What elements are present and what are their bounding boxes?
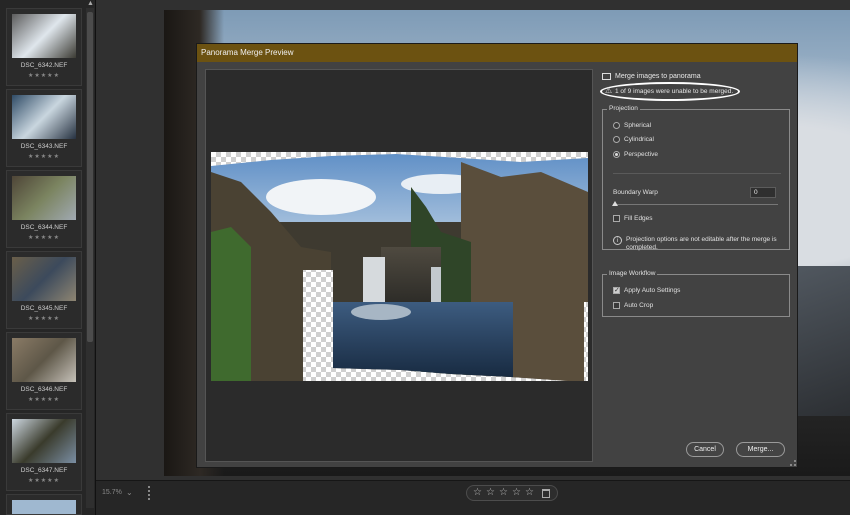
radio-label: Cylindrical [624, 136, 654, 143]
preview-frame [205, 69, 593, 462]
hillside [790, 266, 850, 416]
image-workflow-group: Image Workflow Apply Auto Settings Auto … [602, 270, 790, 317]
resize-grip-icon[interactable] [790, 460, 796, 466]
panorama-icon [602, 73, 611, 80]
filmstrip-thumbnail[interactable]: DSC_6342.NEF ★★★★★ [6, 8, 82, 86]
dialog-title: Panorama Merge Preview [201, 48, 294, 57]
star-icon[interactable]: ☆ [512, 487, 521, 498]
thumbnail-rating[interactable]: ★★★★★ [7, 315, 81, 322]
radio-label: Spherical [624, 122, 652, 129]
projection-group: Projection Spherical Cylindrical Perspec… [602, 105, 790, 251]
filmstrip: ▲ DSC_6342.NEF ★★★★★ DSC_6343.NEF ★★★★★ … [0, 0, 96, 515]
checkbox-label: Fill Edges [624, 215, 653, 222]
thumbnail-filename: DSC_6344.NEF [20, 224, 68, 231]
merge-warning-text: 1 of 9 images were unable to be merged. [615, 88, 734, 95]
panorama-merge-dialog: Panorama Merge Preview Merge images to p… [196, 43, 798, 468]
thumbnail-rating[interactable]: ★★★★★ [7, 477, 81, 484]
thumbnail-image [12, 338, 76, 382]
thumbnail-image [12, 257, 76, 301]
thumbnail-rating[interactable]: ★★★★★ [7, 396, 81, 403]
checkbox-label: Apply Auto Settings [624, 287, 681, 294]
thumbnail-image [12, 95, 76, 139]
checkbox[interactable] [613, 286, 620, 294]
thumbnail-filename: DSC_6346.NEF [20, 386, 68, 393]
filmstrip-thumbnail[interactable] [6, 494, 82, 515]
boundary-warp-slider[interactable] [613, 204, 778, 205]
workflow-group-title: Image Workflow [607, 270, 658, 277]
settings-panel: Merge images to panorama ⚠ 1 of 9 images… [600, 69, 792, 464]
thumbnail-rating[interactable]: ★★★★★ [7, 234, 81, 241]
dialog-title-bar[interactable]: Panorama Merge Preview [197, 44, 797, 62]
merge-button[interactable]: Merge... [736, 442, 785, 457]
slider-knob[interactable] [612, 201, 618, 206]
thumbnail-image [12, 176, 76, 220]
projection-info-text: Projection options are not editable afte… [626, 236, 777, 251]
radio-button[interactable] [613, 136, 620, 143]
filmstrip-thumbnail[interactable]: DSC_6346.NEF ★★★★★ [6, 332, 82, 410]
checkbox-label: Auto Crop [624, 302, 654, 309]
filmstrip-thumbnail[interactable]: DSC_6345.NEF ★★★★★ [6, 251, 82, 329]
star-icon[interactable]: ☆ [473, 487, 482, 498]
boundary-warp-input[interactable]: 0 [750, 187, 776, 198]
checkbox[interactable] [613, 215, 620, 222]
filmstrip-thumbnail[interactable]: DSC_6347.NEF ★★★★★ [6, 413, 82, 491]
boundary-warp-label: Boundary Warp [613, 189, 658, 196]
thumbnail-filename: DSC_6347.NEF [20, 467, 68, 474]
filmstrip-thumbnail[interactable]: DSC_6343.NEF ★★★★★ [6, 89, 82, 167]
bottom-toolbar: 15.7% ⌄ ☆ ☆ ☆ ☆ ☆ [96, 480, 850, 515]
thumbnail-rating[interactable]: ★★★★★ [7, 153, 81, 160]
radio-button[interactable] [613, 151, 620, 158]
divider [613, 173, 781, 174]
cancel-button[interactable]: Cancel [686, 442, 724, 457]
star-icon[interactable]: ☆ [486, 487, 495, 498]
panorama-preview-image [211, 154, 588, 381]
warning-icon: ⚠ [605, 86, 613, 95]
transparency-checkerboard [211, 152, 588, 381]
checkbox[interactable] [613, 302, 620, 309]
thumbnail-filename: DSC_6342.NEF [20, 62, 68, 69]
panel-header: Merge images to panorama [615, 73, 701, 80]
zoom-level[interactable]: 15.7% [102, 489, 122, 496]
thumbnail-image [12, 419, 76, 463]
thumbnail-rating[interactable]: ★★★★★ [7, 72, 81, 79]
info-icon: i [613, 236, 622, 245]
thumbnail-filename: DSC_6345.NEF [20, 305, 68, 312]
thumbnail-image [12, 500, 76, 514]
trash-icon[interactable] [542, 489, 550, 498]
grip-icon[interactable] [148, 486, 156, 500]
projection-group-title: Projection [607, 105, 640, 112]
filmstrip-scroll-thumb[interactable] [87, 12, 93, 342]
star-icon[interactable]: ☆ [499, 487, 508, 498]
rating-control: ☆ ☆ ☆ ☆ ☆ [466, 485, 558, 501]
radio-button[interactable] [613, 122, 620, 129]
thumbnail-image [12, 14, 76, 58]
chevron-down-icon[interactable]: ⌄ [126, 488, 133, 497]
star-icon[interactable]: ☆ [525, 487, 534, 498]
radio-label: Perspective [624, 151, 658, 158]
filmstrip-thumbnail[interactable]: DSC_6344.NEF ★★★★★ [6, 170, 82, 248]
thumbnail-filename: DSC_6343.NEF [20, 143, 68, 150]
